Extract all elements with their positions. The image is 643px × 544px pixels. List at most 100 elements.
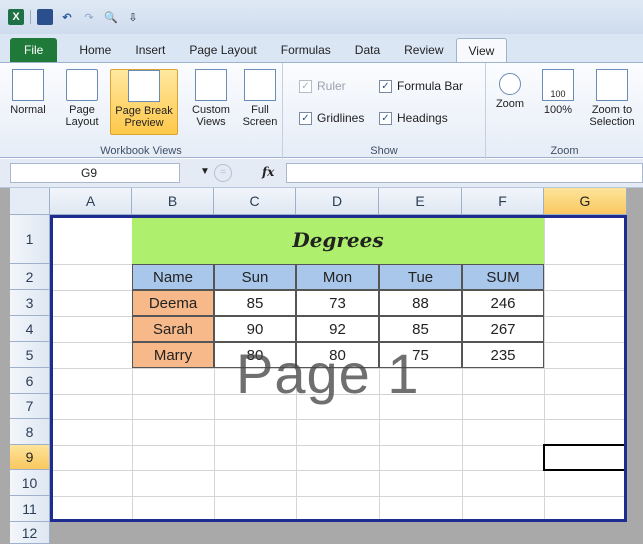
zoom-to-selection-button[interactable]: Zoom to Selection bbox=[584, 69, 640, 135]
gridlines-checkbox[interactable]: ✓ Gridlines bbox=[299, 111, 364, 125]
formula-cancel-icon[interactable]: = bbox=[214, 164, 232, 182]
select-all-corner[interactable] bbox=[10, 188, 50, 215]
tab-insert[interactable]: Insert bbox=[123, 38, 177, 62]
tab-home[interactable]: Home bbox=[67, 38, 123, 62]
row-header-11[interactable]: 11 bbox=[10, 496, 50, 522]
ruler-label: Ruler bbox=[317, 79, 346, 93]
gridlines-check-icon: ✓ bbox=[299, 111, 312, 125]
value-cell[interactable]: 75 bbox=[379, 342, 462, 368]
full-screen-label: Full Screen bbox=[242, 104, 278, 128]
column-header-g[interactable]: G bbox=[544, 188, 627, 215]
excel-logo-icon[interactable]: X bbox=[8, 9, 24, 25]
tab-page-layout[interactable]: Page Layout bbox=[177, 38, 268, 62]
undo-icon[interactable]: ↶ bbox=[59, 9, 75, 25]
value-cell[interactable]: 92 bbox=[296, 316, 379, 342]
headings-label: Headings bbox=[397, 111, 448, 125]
value-cell[interactable]: 80 bbox=[296, 342, 379, 368]
active-cell-g9[interactable] bbox=[543, 444, 630, 473]
value-cell[interactable]: 85 bbox=[379, 316, 462, 342]
zoom-to-selection-label: Zoom to Selection bbox=[589, 104, 635, 128]
full-screen-button[interactable]: Full Screen bbox=[238, 69, 282, 135]
column-header-c[interactable]: C bbox=[214, 188, 296, 215]
headings-check-icon: ✓ bbox=[379, 111, 392, 125]
column-header-e[interactable]: E bbox=[379, 188, 462, 215]
formula-bar-checkbox[interactable]: ✓ Formula Bar bbox=[379, 79, 463, 93]
sum-cell[interactable]: 235 bbox=[462, 342, 544, 368]
row-header-4[interactable]: 4 bbox=[10, 316, 50, 342]
column-header-b[interactable]: B bbox=[132, 188, 214, 215]
sum-cell[interactable]: 246 bbox=[462, 290, 544, 316]
row-header-7[interactable]: 7 bbox=[10, 394, 50, 419]
column-header-d[interactable]: D bbox=[296, 188, 379, 215]
save-icon[interactable] bbox=[37, 9, 53, 25]
row-header-9[interactable]: 9 bbox=[10, 445, 50, 470]
workbook-views-group-label: Workbook Views bbox=[100, 145, 182, 157]
name-cell[interactable]: Marry bbox=[132, 342, 214, 368]
header-mon-cell[interactable]: Mon bbox=[296, 264, 379, 290]
zoom-100-label: 100% bbox=[543, 104, 573, 116]
title-cell[interactable]: Degrees bbox=[132, 215, 544, 264]
zoom-label: Zoom bbox=[495, 98, 525, 110]
show-group: ✓ Ruler ✓ Formula Bar ✓ Gridlines ✓ Head… bbox=[283, 63, 486, 159]
ribbon: Normal Page Layout Page Break Preview Cu… bbox=[0, 62, 643, 159]
zoom-100-button[interactable]: 100 100% bbox=[536, 69, 580, 135]
column-header-f[interactable]: F bbox=[462, 188, 544, 215]
name-cell[interactable]: Sarah bbox=[132, 316, 214, 342]
row-header-2[interactable]: 2 bbox=[10, 264, 50, 290]
name-box[interactable]: G9 bbox=[10, 163, 180, 183]
row-header-3[interactable]: 3 bbox=[10, 290, 50, 316]
gridline bbox=[50, 419, 627, 420]
row-header-1[interactable]: 1 bbox=[10, 215, 50, 264]
custom-views-button[interactable]: Custom Views bbox=[186, 69, 236, 135]
formula-input[interactable] bbox=[286, 163, 643, 183]
row-header-8[interactable]: 8 bbox=[10, 419, 50, 445]
tab-data[interactable]: Data bbox=[343, 38, 392, 62]
tab-view[interactable]: View bbox=[455, 38, 508, 62]
zoom-selection-icon bbox=[596, 69, 628, 101]
value-cell[interactable]: 80 bbox=[214, 342, 296, 368]
out-of-page-area bbox=[627, 215, 643, 522]
row-header-5[interactable]: 5 bbox=[10, 342, 50, 368]
gridline bbox=[50, 445, 627, 446]
row-header-12[interactable]: 12 bbox=[10, 522, 50, 544]
header-tue-cell[interactable]: Tue bbox=[379, 264, 462, 290]
zoom-button[interactable]: Zoom bbox=[488, 69, 532, 135]
page-break-preview-button[interactable]: Page Break Preview bbox=[110, 69, 178, 135]
print-preview-icon[interactable]: 🔍 bbox=[103, 9, 119, 25]
custom-views-icon bbox=[195, 69, 227, 101]
tab-review[interactable]: Review bbox=[392, 38, 455, 62]
header-sun-cell[interactable]: Sun bbox=[214, 264, 296, 290]
header-name-cell[interactable]: Name bbox=[132, 264, 214, 290]
row-header-6[interactable]: 6 bbox=[10, 368, 50, 394]
column-header-a[interactable]: A bbox=[50, 188, 132, 215]
insert-function-icon[interactable]: fx bbox=[262, 165, 274, 179]
name-box-dropdown-icon[interactable]: ▼ bbox=[200, 166, 210, 177]
page-layout-icon bbox=[66, 69, 98, 101]
gridline bbox=[50, 470, 627, 471]
full-screen-icon bbox=[244, 69, 276, 101]
separator bbox=[30, 10, 31, 24]
zoom-group-label: Zoom bbox=[550, 145, 579, 157]
sum-cell[interactable]: 267 bbox=[462, 316, 544, 342]
row-header-10[interactable]: 10 bbox=[10, 470, 50, 496]
normal-view-button[interactable]: Normal bbox=[6, 69, 50, 135]
custom-views-label: Custom Views bbox=[192, 104, 230, 128]
value-cell[interactable]: 88 bbox=[379, 290, 462, 316]
headings-checkbox[interactable]: ✓ Headings bbox=[379, 111, 448, 125]
formula-bar: G9 ▼ = fx bbox=[0, 159, 643, 188]
customize-icon[interactable]: ⇩ bbox=[125, 9, 141, 25]
quick-access-toolbar: X ↶ ↷ 🔍 ⇩ bbox=[0, 0, 643, 34]
value-cell[interactable]: 73 bbox=[296, 290, 379, 316]
gridline bbox=[50, 394, 627, 395]
header-sum-cell[interactable]: SUM bbox=[462, 264, 544, 290]
value-cell[interactable]: 85 bbox=[214, 290, 296, 316]
page-layout-view-button[interactable]: Page Layout bbox=[58, 69, 106, 135]
value-cell[interactable]: 90 bbox=[214, 316, 296, 342]
tab-formulas[interactable]: Formulas bbox=[269, 38, 343, 62]
workbook-views-group: Normal Page Layout Page Break Preview Cu… bbox=[0, 63, 283, 159]
name-cell[interactable]: Deema bbox=[132, 290, 214, 316]
ruler-checkbox[interactable]: ✓ Ruler bbox=[299, 79, 346, 93]
tab-file[interactable]: File bbox=[10, 38, 58, 62]
out-of-page-area bbox=[50, 522, 643, 544]
redo-icon[interactable]: ↷ bbox=[81, 9, 97, 25]
